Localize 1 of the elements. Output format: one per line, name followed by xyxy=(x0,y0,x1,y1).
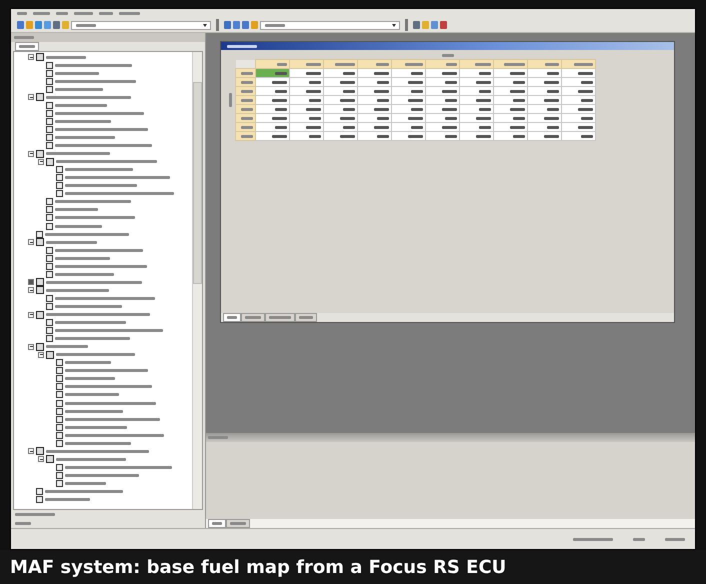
caption: MAF system: base fuel map from a Focus RS ECU xyxy=(0,550,706,584)
